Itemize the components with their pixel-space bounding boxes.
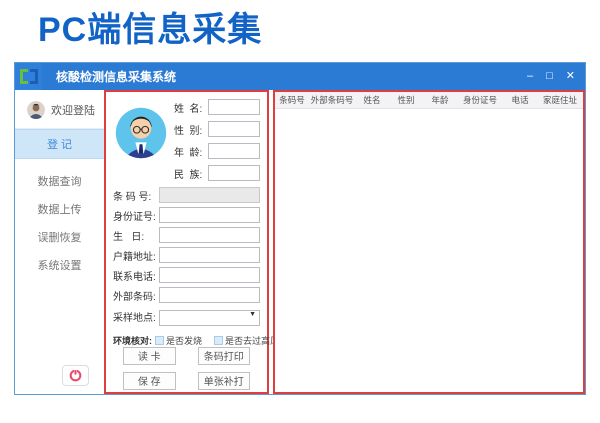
column-header-home-address: 家庭住址 bbox=[537, 94, 583, 106]
top-fields: 姓 名: 性 别: 年 龄: 民 族: bbox=[174, 99, 260, 181]
window-controls: – □ ✕ bbox=[527, 71, 575, 82]
column-header-barcode: 条码号 bbox=[275, 94, 309, 106]
id-number-label: 身份证号: bbox=[113, 208, 159, 223]
form-buttons: 读 卡 条码打印 保 存 单张补打 bbox=[113, 347, 260, 390]
form-top-section: 姓 名: 性 别: 年 龄: 民 族: bbox=[113, 99, 260, 181]
sampling-location-select[interactable]: ▼ bbox=[159, 307, 260, 326]
window-body: 欢迎登陆 登 记 数据查询 数据上传 误删恢复 系统设置 bbox=[15, 90, 585, 394]
column-header-age: 年龄 bbox=[423, 94, 457, 106]
single-reprint-button[interactable]: 单张补打 bbox=[198, 372, 251, 390]
external-barcode-label: 外部条码: bbox=[113, 288, 159, 303]
app-window: 核酸检测信息采集系统 – □ ✕ bbox=[14, 62, 586, 395]
welcome-row: 欢迎登陆 bbox=[15, 90, 104, 128]
sidebar: 欢迎登陆 登 记 数据查询 数据上传 误删恢复 系统设置 bbox=[15, 90, 104, 394]
birthday-row: 生 日: bbox=[113, 227, 260, 243]
household-address-row: 户籍地址: bbox=[113, 247, 260, 263]
sampling-location-label: 采样地点: bbox=[113, 309, 159, 324]
name-label: 姓 名: bbox=[174, 100, 208, 115]
column-header-phone: 电话 bbox=[503, 94, 537, 106]
age-label: 年 龄: bbox=[174, 144, 208, 159]
user-avatar-icon bbox=[27, 101, 45, 119]
birthday-label: 生 日: bbox=[113, 228, 159, 243]
save-button[interactable]: 保 存 bbox=[123, 372, 176, 390]
name-row: 姓 名: bbox=[174, 99, 260, 115]
sampling-location-row: 采样地点: ▼ bbox=[113, 307, 260, 326]
age-input[interactable] bbox=[208, 143, 260, 159]
full-width-fields: 条 码 号: 身份证号: 生 日: 户籍地址: bbox=[113, 187, 260, 326]
column-header-external-barcode: 外部条码号 bbox=[309, 94, 355, 106]
phone-row: 联系电话: bbox=[113, 267, 260, 283]
sampling-location-input[interactable] bbox=[159, 310, 260, 326]
sidebar-item-data-upload[interactable]: 数据上传 bbox=[15, 195, 104, 223]
external-barcode-row: 外部条码: bbox=[113, 287, 260, 303]
fever-checkbox-label: 是否发烧 bbox=[166, 334, 202, 347]
gender-row: 性 别: bbox=[174, 121, 260, 137]
page-title: PC端信息采集 bbox=[38, 2, 262, 51]
high-risk-area-checkbox[interactable] bbox=[214, 336, 223, 345]
phone-label: 联系电话: bbox=[113, 268, 159, 283]
barcode-row: 条 码 号: bbox=[113, 187, 260, 203]
chevron-down-icon[interactable]: ▼ bbox=[249, 311, 256, 318]
household-address-label: 户籍地址: bbox=[113, 248, 159, 263]
environment-check-row: 环境核对: 是否发烧 是否去过高风险地区 bbox=[113, 334, 260, 347]
sidebar-item-system-settings[interactable]: 系统设置 bbox=[15, 251, 104, 279]
household-address-input[interactable] bbox=[159, 247, 260, 263]
barcode-input bbox=[159, 187, 260, 203]
patient-avatar-icon bbox=[113, 99, 169, 181]
window-title: 核酸检测信息采集系统 bbox=[56, 68, 176, 85]
table-body bbox=[275, 109, 583, 392]
gender-input[interactable] bbox=[208, 121, 260, 137]
environment-check-label: 环境核对: bbox=[113, 334, 152, 347]
read-card-button[interactable]: 读 卡 bbox=[123, 347, 176, 365]
ethnicity-input[interactable] bbox=[208, 165, 260, 181]
phone-input[interactable] bbox=[159, 267, 260, 283]
column-header-name: 姓名 bbox=[355, 94, 389, 106]
page: PC端信息采集 核酸检测信息采集系统 – □ ✕ bbox=[0, 0, 600, 423]
external-barcode-input[interactable] bbox=[159, 287, 260, 303]
sidebar-item-delete-recovery[interactable]: 误删恢复 bbox=[15, 223, 104, 251]
app-logo-icon bbox=[15, 63, 42, 90]
maximize-button[interactable]: □ bbox=[546, 71, 553, 82]
age-row: 年 龄: bbox=[174, 143, 260, 159]
table-header-row: 条码号 外部条码号 姓名 性别 年龄 身份证号 电话 家庭住址 bbox=[275, 92, 583, 109]
id-number-row: 身份证号: bbox=[113, 207, 260, 223]
barcode-label: 条 码 号: bbox=[113, 188, 159, 203]
sidebar-item-data-query[interactable]: 数据查询 bbox=[15, 167, 104, 195]
sidebar-item-register[interactable]: 登 记 bbox=[15, 129, 104, 159]
close-button[interactable]: ✕ bbox=[566, 71, 575, 82]
ethnicity-row: 民 族: bbox=[174, 165, 260, 181]
logout-power-button[interactable] bbox=[62, 365, 89, 386]
id-number-input[interactable] bbox=[159, 207, 260, 223]
barcode-print-button[interactable]: 条码打印 bbox=[198, 347, 251, 365]
power-icon bbox=[69, 369, 82, 382]
column-header-gender: 性别 bbox=[389, 94, 423, 106]
name-input[interactable] bbox=[208, 99, 260, 115]
column-header-id-number: 身份证号 bbox=[457, 94, 503, 106]
registration-form-panel: 姓 名: 性 别: 年 龄: 民 族: bbox=[104, 90, 269, 394]
minimize-button[interactable]: – bbox=[527, 71, 533, 82]
gender-label: 性 别: bbox=[174, 122, 208, 137]
ethnicity-label: 民 族: bbox=[174, 166, 208, 181]
birthday-input[interactable] bbox=[159, 227, 260, 243]
title-bar: 核酸检测信息采集系统 – □ ✕ bbox=[15, 63, 585, 90]
welcome-label: 欢迎登陆 bbox=[51, 102, 95, 118]
records-table-panel: 条码号 外部条码号 姓名 性别 年龄 身份证号 电话 家庭住址 bbox=[273, 90, 585, 394]
fever-checkbox[interactable] bbox=[155, 336, 164, 345]
